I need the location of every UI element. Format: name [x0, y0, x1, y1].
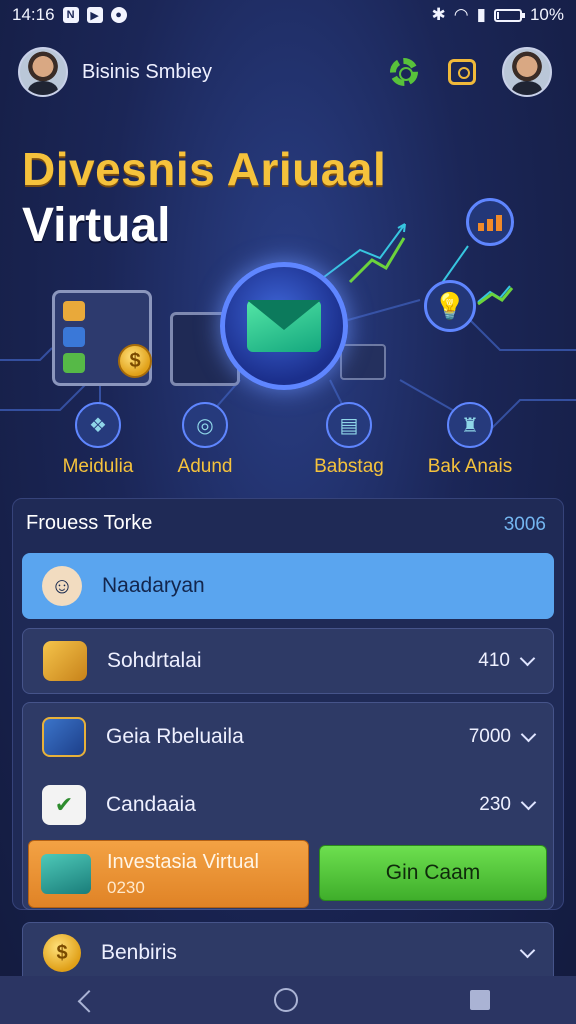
tools-icon — [42, 717, 86, 757]
list-item-benbiris[interactable]: $ Benbiris — [22, 922, 554, 984]
list-item-candaaia[interactable]: ✔ Candaaia 230 — [22, 776, 554, 834]
gain-button[interactable]: Gin Caam — [319, 845, 547, 901]
chevron-down-icon[interactable] — [520, 794, 537, 811]
money-stack-icon — [41, 854, 91, 894]
chevron-down-icon[interactable] — [520, 726, 537, 743]
list-item-geia-rbeluaila[interactable]: Geia Rbeluaila 7000 — [22, 708, 554, 766]
treasure-box-icon — [43, 641, 87, 681]
invest-virtual-button[interactable]: Investasia Virtual 0230 — [28, 840, 309, 908]
feature-label: Adund — [177, 456, 233, 477]
list-item-label: Naadaryan — [102, 574, 205, 597]
list-item-value: 7000 — [468, 726, 511, 747]
recent-apps-icon[interactable] — [470, 990, 490, 1010]
list-item-label: Candaaia — [106, 793, 196, 816]
checklist-icon: ✔ — [42, 785, 86, 825]
lightbulb-icon: 💡 — [424, 280, 476, 332]
list-item-label: Sohdrtalai — [107, 649, 202, 672]
bar-chart-icon — [466, 198, 514, 246]
feature-meidulia[interactable]: ❖ Meidulia — [43, 402, 153, 478]
feature-adund[interactable]: ◎ Adund — [150, 402, 260, 478]
feature-bak-anais[interactable]: ♜ Bak Anais — [415, 402, 525, 478]
panel-count: 3006 — [503, 514, 546, 535]
panel-title: Frouess Torke — [26, 512, 153, 534]
list-item-sohdrtalai[interactable]: Sohdrtalai 410 — [22, 628, 554, 694]
feature-label: Meidulia — [62, 456, 134, 477]
dollar-coin-icon: $ — [43, 934, 81, 972]
monitor-illustration — [340, 344, 386, 380]
user-face-icon: ☺ — [42, 566, 82, 606]
list-item-naadaryan[interactable]: ☺ Naadaryan — [22, 553, 554, 619]
robot-icon: ♜ — [447, 402, 493, 448]
feature-label: Babstag — [314, 456, 384, 477]
chevron-down-icon[interactable] — [519, 650, 536, 667]
list-item-label: Benbiris — [101, 941, 177, 964]
feature-label: Bak Anais — [427, 456, 513, 477]
dollar-coin-icon: $ — [118, 344, 152, 378]
brain-icon: ❖ — [75, 402, 121, 448]
document-icon: ▤ — [326, 402, 372, 448]
back-icon[interactable] — [86, 990, 102, 1010]
invest-button-label: Investasia Virtual — [107, 850, 259, 873]
mail-icon — [247, 300, 321, 352]
invest-button-sublabel: 0230 — [107, 877, 145, 897]
list-item-value: 410 — [478, 650, 510, 671]
system-navigation-bar — [0, 976, 576, 1024]
feature-babstag[interactable]: ▤ Babstag — [294, 402, 404, 478]
home-icon[interactable] — [274, 988, 298, 1012]
list-item-label: Geia Rbeluaila — [106, 725, 244, 748]
chat-icon: ◎ — [182, 402, 228, 448]
list-item-value: 230 — [479, 794, 511, 815]
mail-orb — [220, 262, 348, 390]
chevron-down-icon[interactable] — [519, 942, 536, 959]
